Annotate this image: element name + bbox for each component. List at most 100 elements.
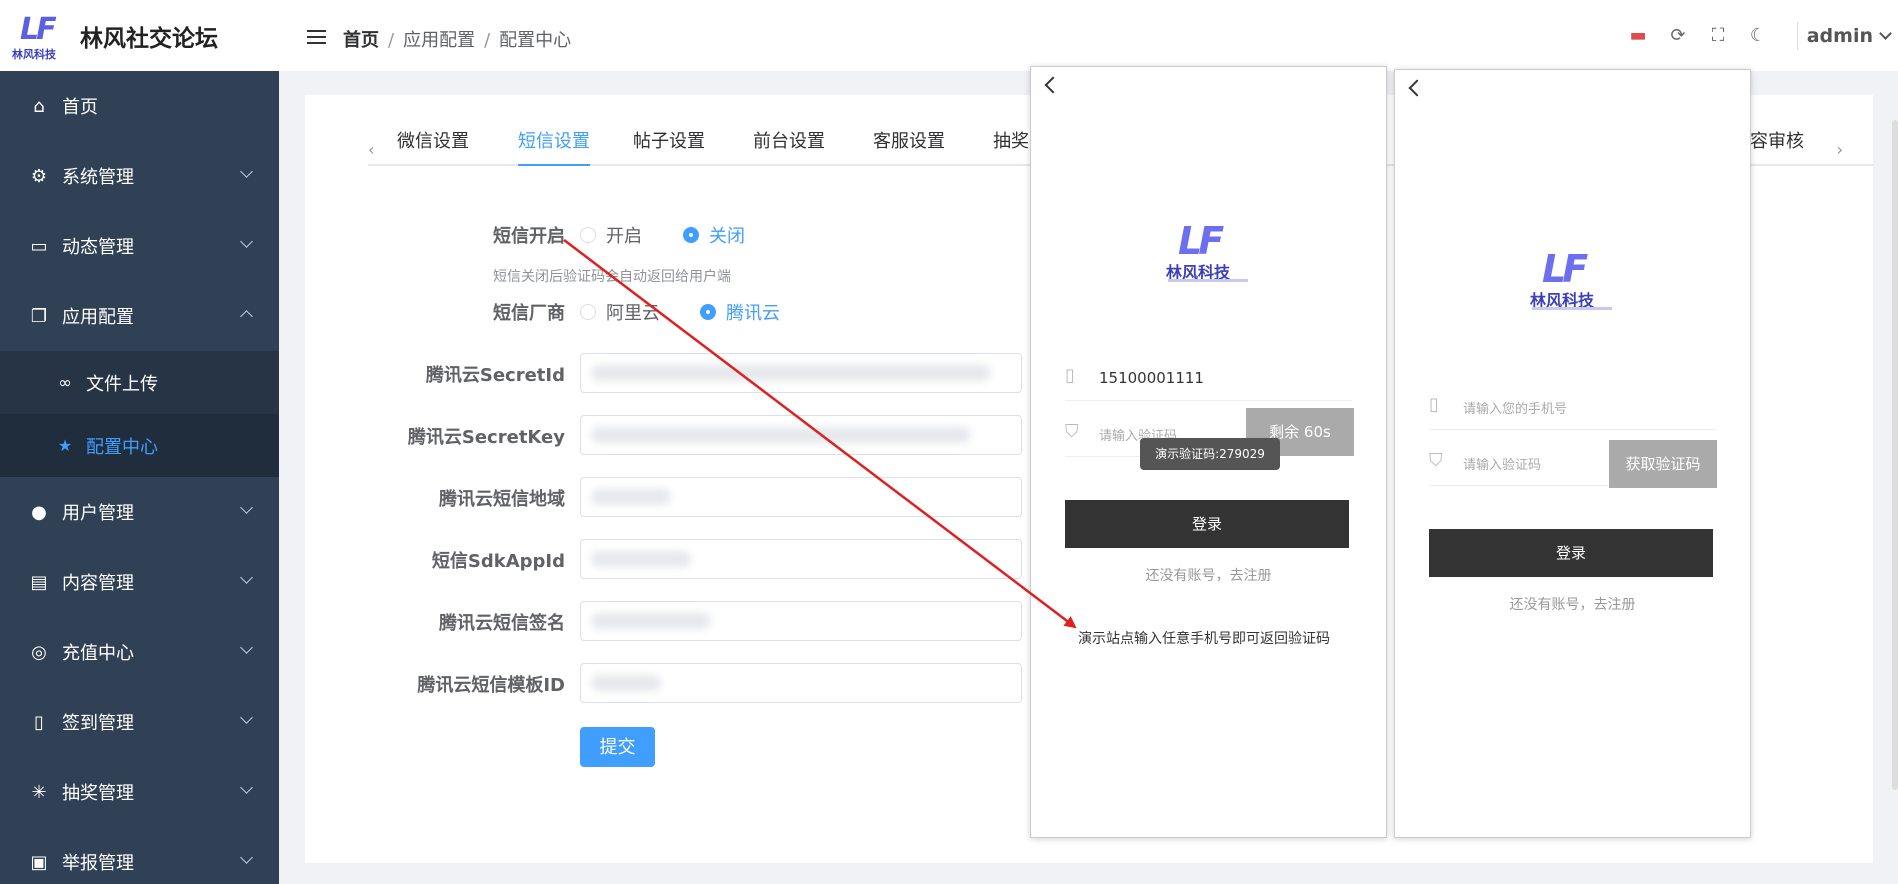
sidebar-item-label: 内容管理 bbox=[62, 573, 134, 594]
sms-enable-label: 短信开启 bbox=[493, 226, 565, 247]
tab-lottery[interactable]: 抽奖 bbox=[993, 130, 1029, 166]
chevron-down-icon bbox=[240, 781, 253, 794]
phone-logo-letters: LF bbox=[1178, 219, 1224, 263]
chevron-down-icon bbox=[240, 235, 253, 248]
tab-content-review[interactable]: 容审核 bbox=[1750, 130, 1804, 166]
sidebar-item-recharge[interactable]: ◎ 充值中心 bbox=[0, 617, 279, 687]
region-input[interactable] bbox=[580, 477, 1022, 517]
radio-circle bbox=[580, 304, 596, 320]
header-tools: ▬ ⟳ ⛶ ☾ bbox=[1628, 26, 1768, 46]
phone-number-field[interactable]: ▯ 请输入您的手机号 bbox=[1429, 388, 1716, 430]
sidebar-item-label: 首页 bbox=[62, 97, 98, 118]
chevron-down-icon bbox=[240, 501, 253, 514]
chevron-right-icon[interactable]: › bbox=[1837, 140, 1843, 159]
template-id-input[interactable] bbox=[580, 663, 1022, 703]
breadcrumb-item: 应用配置 bbox=[403, 30, 476, 51]
chevron-down-icon bbox=[1879, 27, 1892, 40]
phone-preview-countdown: LF 林风科技 ▯ 15100001111 ⛉ 请输入验证码 剩余 60s 演示… bbox=[1030, 66, 1387, 838]
breadcrumb-item[interactable]: 首页 bbox=[343, 30, 379, 51]
phone-preview-login: LF 林风科技 ▯ 请输入您的手机号 ⛉ 请输入验证码 获取验证码 登录 还没有… bbox=[1394, 69, 1751, 838]
get-code-button[interactable]: 获取验证码 bbox=[1609, 440, 1717, 488]
phone-number-field[interactable]: ▯ 15100001111 bbox=[1065, 359, 1352, 401]
chevron-down-icon bbox=[240, 641, 253, 654]
header-divider bbox=[1797, 22, 1798, 50]
radio-vendor-tencent[interactable]: 腾讯云 bbox=[700, 299, 780, 325]
user-name: admin bbox=[1806, 25, 1873, 47]
sidebar-item-posts[interactable]: ▭ 动态管理 bbox=[0, 211, 279, 281]
user-menu[interactable]: admin bbox=[1806, 25, 1892, 47]
coins-icon: ◎ bbox=[31, 641, 47, 663]
field-label: 腾讯云SecretKey bbox=[407, 427, 565, 448]
demo-code-toast: 演示验证码:279029 bbox=[1140, 438, 1280, 470]
phone-logo-letters: LF bbox=[1542, 247, 1588, 291]
hamburger-icon[interactable] bbox=[307, 30, 326, 48]
phone-icon: ▯ bbox=[1065, 365, 1075, 386]
sidebar-item-label: 应用配置 bbox=[62, 307, 134, 328]
radio-vendor-aliyun[interactable]: 阿里云 bbox=[580, 299, 660, 325]
submit-button[interactable]: 提交 bbox=[580, 727, 655, 767]
radio-sms-on[interactable]: 开启 bbox=[580, 222, 642, 248]
top-header: 首页 / 应用配置 / 配置中心 ▬ ⟳ ⛶ ☾ admin bbox=[279, 0, 1898, 71]
monitor-icon[interactable]: ▬ bbox=[1628, 26, 1648, 46]
radio-label: 腾讯云 bbox=[726, 303, 780, 324]
register-link[interactable]: 还没有账号，去注册 bbox=[1395, 594, 1750, 614]
brand-logo: LF 林风科技 bbox=[12, 12, 68, 61]
radio-label: 阿里云 bbox=[606, 303, 660, 324]
field-label: 腾讯云短信地域 bbox=[439, 489, 565, 510]
secret-id-input[interactable] bbox=[580, 353, 1022, 393]
verify-code-placeholder: 请输入验证码 bbox=[1463, 458, 1542, 473]
tab-frontend[interactable]: 前台设置 bbox=[753, 130, 825, 166]
field-label: 腾讯云短信模板ID bbox=[417, 675, 565, 696]
sms-hint: 短信关闭后验证码会自动返回给用户端 bbox=[493, 269, 731, 285]
chevron-down-icon bbox=[240, 851, 253, 864]
chevron-up-icon bbox=[240, 310, 253, 323]
copy-icon: ❐ bbox=[30, 305, 48, 327]
radio-sms-off[interactable]: 关闭 bbox=[683, 222, 745, 248]
sidebar-item-system[interactable]: ⚙ 系统管理 bbox=[0, 141, 279, 211]
sidebar-item-lottery[interactable]: ✳ 抽奖管理 bbox=[0, 757, 279, 827]
secret-key-input[interactable] bbox=[580, 415, 1022, 455]
sidebar-item-reports[interactable]: ▣ 举报管理 bbox=[0, 827, 279, 884]
tab-sms[interactable]: 短信设置 bbox=[518, 130, 590, 166]
tab-posts[interactable]: 帖子设置 bbox=[633, 130, 705, 166]
sdk-app-id-input[interactable] bbox=[580, 539, 1022, 579]
back-icon[interactable] bbox=[1408, 79, 1426, 97]
phone-icon: ▯ bbox=[1429, 394, 1439, 415]
back-icon[interactable] bbox=[1044, 76, 1062, 94]
tablet-icon: ▯ bbox=[34, 711, 44, 733]
phone-logo-underline bbox=[1532, 307, 1612, 310]
login-button[interactable]: 登录 bbox=[1065, 500, 1349, 548]
message-icon: ▭ bbox=[30, 235, 48, 257]
tab-wechat[interactable]: 微信设置 bbox=[397, 130, 469, 166]
sidebar-item-label: 系统管理 bbox=[62, 167, 134, 188]
brand-title: 林风社交论坛 bbox=[80, 25, 218, 52]
verify-code-field[interactable]: ⛉ 请输入验证码 bbox=[1429, 444, 1609, 486]
radio-circle bbox=[683, 227, 699, 243]
user-icon: ● bbox=[31, 501, 47, 523]
login-button[interactable]: 登录 bbox=[1429, 529, 1713, 577]
sign-input[interactable] bbox=[580, 601, 1022, 641]
chevron-left-icon[interactable]: ‹ bbox=[368, 140, 374, 159]
page-scrollbar[interactable] bbox=[1892, 120, 1898, 790]
sidebar-item-content[interactable]: ▤ 内容管理 bbox=[0, 547, 279, 617]
breadcrumb: 首页 / 应用配置 / 配置中心 bbox=[343, 30, 572, 51]
sidebar-item-home[interactable]: ⌂ 首页 bbox=[0, 71, 279, 141]
sidebar-item-config-center[interactable]: ★ 配置中心 bbox=[0, 414, 279, 477]
moon-icon[interactable]: ☾ bbox=[1748, 26, 1768, 46]
sidebar-item-checkin[interactable]: ▯ 签到管理 bbox=[0, 687, 279, 757]
field-label: 腾讯云短信签名 bbox=[439, 613, 565, 634]
fullscreen-icon[interactable]: ⛶ bbox=[1708, 26, 1728, 46]
sidebar-item-users[interactable]: ● 用户管理 bbox=[0, 477, 279, 547]
link-icon: ∞ bbox=[58, 373, 72, 392]
tab-service[interactable]: 客服设置 bbox=[873, 130, 945, 166]
document-icon: ▤ bbox=[30, 571, 48, 593]
breadcrumb-item: 配置中心 bbox=[499, 30, 572, 51]
sidebar-item-label: 配置中心 bbox=[86, 436, 158, 458]
sparkle-icon: ✳ bbox=[31, 781, 47, 803]
refresh-icon[interactable]: ⟳ bbox=[1668, 26, 1688, 46]
sidebar-item-file-upload[interactable]: ∞ 文件上传 bbox=[0, 351, 279, 414]
sidebar-item-label: 签到管理 bbox=[62, 713, 134, 734]
register-link[interactable]: 还没有账号，去注册 bbox=[1031, 565, 1386, 585]
sidebar-item-app-config[interactable]: ❐ 应用配置 bbox=[0, 281, 279, 351]
radio-label: 开启 bbox=[606, 226, 642, 247]
